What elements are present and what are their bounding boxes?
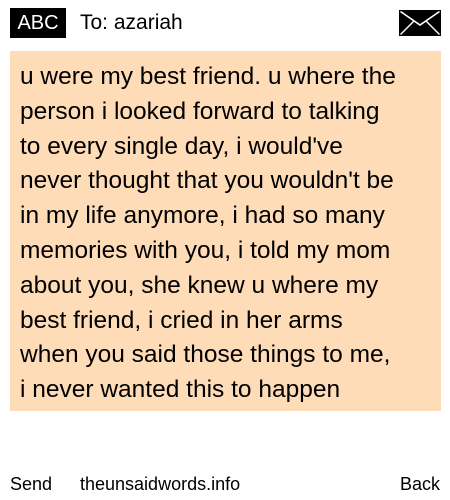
message-line: in my life anymore, i had so many xyxy=(20,202,385,230)
envelope-icon xyxy=(399,10,441,36)
input-mode-indicator: ABC xyxy=(10,8,66,38)
site-label: theunsaidwords.info xyxy=(80,474,241,494)
message-line: best friend, i cried in her arms xyxy=(20,306,343,334)
back-softkey[interactable]: Back xyxy=(400,473,440,495)
message-body: u were my best friend. u where the perso… xyxy=(10,51,441,411)
message-line: memories with you, i told my mom xyxy=(20,236,391,264)
send-softkey[interactable]: Send xyxy=(10,473,52,495)
message-line: u were my best friend. u where the xyxy=(20,63,396,90)
message-text: u were my best friend. u where the perso… xyxy=(20,60,433,408)
message-line: about you, she knew u where my xyxy=(20,271,379,299)
message-line: i never wanted this to happen xyxy=(20,376,341,404)
message-line: person i looked forward to talking xyxy=(20,97,380,125)
message-line: never thought that you wouldn't be xyxy=(20,167,394,195)
message-line: to every single day, i would've xyxy=(20,132,343,160)
header-bar: ABC To: azariah xyxy=(0,0,450,44)
message-line: when you said those things to me, xyxy=(20,341,391,369)
recipient-line: To: azariah xyxy=(80,11,183,34)
